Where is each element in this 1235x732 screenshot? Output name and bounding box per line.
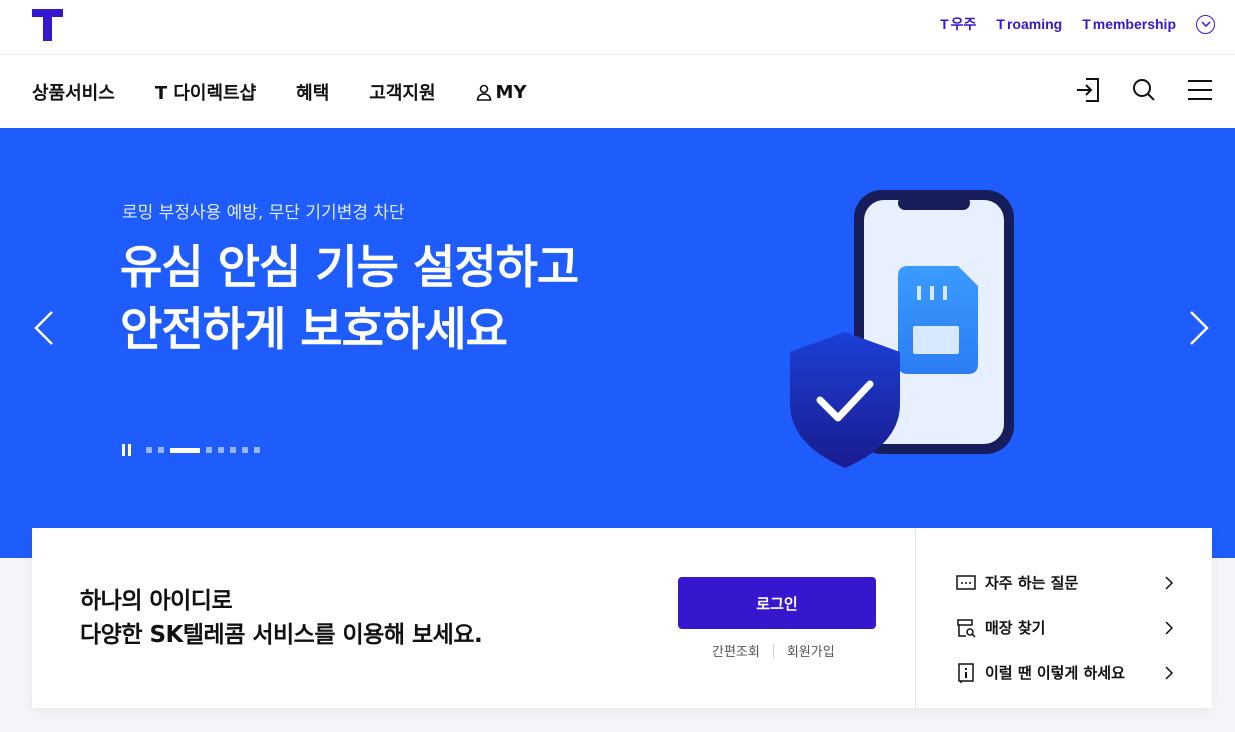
global-nav: 상품서비스 T 다이렉트샵 혜택 고객지원 MY [0, 55, 1235, 128]
login-message-line2: 다양한 SK텔레콤 서비스를 이용해 보세요. [80, 622, 483, 648]
gnb-item-support[interactable]: 고객지원 [369, 79, 435, 105]
hero-title-line1: 유심 안심 기능 설정하고 [120, 240, 579, 294]
quick-menu-store[interactable]: 매장 찾기 [955, 605, 1175, 650]
quick-menu-guide[interactable]: 이럴 땐 이렇게 하세요 [955, 650, 1175, 695]
hero-subtitle: 로밍 부정사용 예방, 무단 기기변경 차단 [122, 203, 405, 223]
login-icon[interactable] [1075, 77, 1101, 103]
chevron-down-icon[interactable] [1196, 14, 1215, 34]
gnb-item-products[interactable]: 상품서비스 [32, 79, 115, 105]
login-card: 하나의 아이디로 다양한 SK텔레콤 서비스를 이용해 보세요. 로그인 간편조… [32, 528, 1212, 708]
person-icon [476, 84, 491, 101]
login-sublinks: 간편조회 회원가입 [712, 641, 835, 660]
quick-lookup-link[interactable]: 간편조회 [712, 641, 760, 660]
top-utility-bar: T 우주 Troaming Tmembership [0, 0, 1235, 55]
login-message: 하나의 아이디로 다양한 SK텔레콤 서비스를 이용해 보세요. [80, 584, 483, 652]
hero-banner[interactable]: 로밍 부정사용 예방, 무단 기기변경 차단 유심 안심 기능 설정하고 안전하… [0, 128, 1235, 558]
slide-dot[interactable] [146, 447, 152, 453]
slide-dot[interactable] [206, 447, 212, 453]
quick-menu-faq[interactable]: 자주 하는 질문 [955, 560, 1175, 605]
hero-title-line2: 안전하게 보호하세요 [120, 302, 508, 356]
gnb-menu: 상품서비스 T 다이렉트샵 혜택 고객지원 MY [32, 79, 607, 105]
slide-dot[interactable] [218, 447, 224, 453]
pause-icon[interactable] [122, 444, 134, 456]
slide-dot[interactable] [158, 447, 164, 453]
quick-menu-label: 이럴 땐 이렇게 하세요 [985, 664, 1125, 682]
hero-title: 유심 안심 기능 설정하고 안전하게 보호하세요 [120, 236, 579, 360]
gnb-icons [1075, 77, 1213, 103]
guide-icon [955, 662, 977, 684]
slide-dot[interactable] [242, 447, 248, 453]
search-icon[interactable] [1131, 77, 1157, 103]
slide-dot-active[interactable] [170, 447, 200, 453]
chevron-right-icon [1165, 620, 1174, 635]
chevron-right-icon [1165, 665, 1174, 680]
chevron-right-icon [1165, 575, 1174, 590]
login-button[interactable]: 로그인 [678, 577, 876, 629]
t-logo-icon[interactable] [32, 9, 63, 41]
util-link-roaming[interactable]: Troaming [996, 16, 1062, 32]
util-link-membership[interactable]: Tmembership [1082, 16, 1176, 32]
card-divider [915, 528, 916, 708]
phone-sim-shield-illustration [790, 190, 1014, 468]
gnb-item-direct-shop[interactable]: T 다이렉트샵 [155, 79, 256, 105]
store-icon [955, 617, 977, 639]
divider [772, 643, 774, 658]
utility-links: T 우주 Troaming Tmembership [940, 14, 1215, 34]
util-link-woojoo[interactable]: T 우주 [940, 14, 976, 34]
quick-menu-label: 자주 하는 질문 [985, 574, 1079, 592]
faq-icon [955, 572, 977, 594]
signup-link[interactable]: 회원가입 [787, 641, 835, 660]
quick-menu-label: 매장 찾기 [985, 619, 1046, 637]
gnb-item-my-label: MY [495, 81, 527, 103]
gnb-item-benefits[interactable]: 혜택 [296, 79, 329, 105]
quick-menu: 자주 하는 질문 매장 찾기 이럴 땐 이렇게 하세요 [955, 560, 1175, 695]
slide-dot[interactable] [254, 447, 260, 453]
prev-slide-arrow-icon[interactable] [32, 310, 56, 346]
gnb-item-my[interactable]: MY [476, 79, 567, 105]
next-slide-arrow-icon[interactable] [1187, 310, 1211, 346]
hamburger-menu-icon[interactable] [1187, 77, 1213, 103]
slide-dot[interactable] [230, 447, 236, 453]
login-message-line1: 하나의 아이디로 [80, 588, 233, 614]
slide-indicator [122, 444, 260, 456]
